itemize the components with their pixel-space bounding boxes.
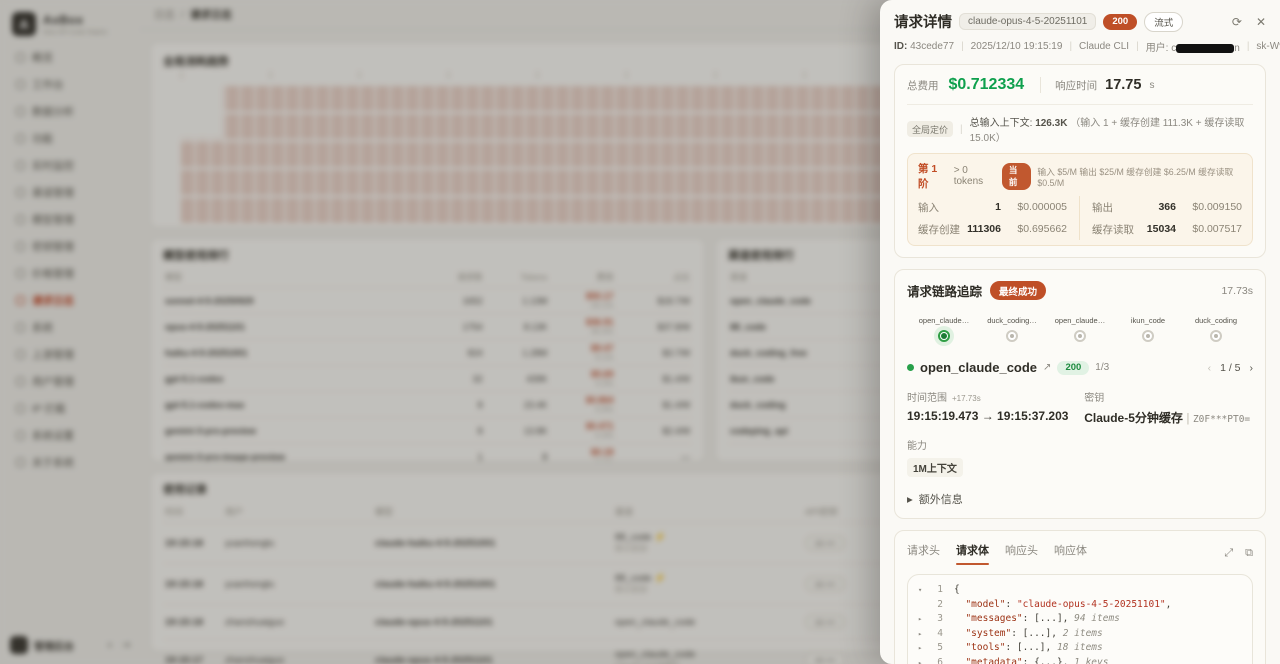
- request-id: 43cede77: [910, 41, 954, 52]
- code-line: ▾ 1 {: [918, 583, 1242, 598]
- node-name: open_claude_code: [920, 360, 1037, 375]
- next-node-button[interactable]: ›: [1250, 362, 1254, 374]
- payload-tab[interactable]: 请求头: [907, 542, 940, 564]
- code-line: ▸ 3 "messages": [...], 94 items: [918, 612, 1242, 627]
- success-dot-icon: [907, 364, 914, 371]
- trace-node-dot: [1006, 330, 1018, 342]
- trace-card: 请求链路追踪 最终成功 17.73s open_claude… duck_cod…: [894, 269, 1266, 519]
- payload-tab[interactable]: 响应体: [1054, 542, 1087, 564]
- trace-node[interactable]: ikun_code: [1126, 316, 1170, 342]
- json-viewer[interactable]: ▾ 1 { 2 "model": "claude-opus-4-5-202511…: [907, 574, 1253, 664]
- line-number: 4: [929, 627, 943, 642]
- latency-value: 17.75: [1105, 77, 1141, 93]
- payload-tab[interactable]: 响应头: [1005, 542, 1038, 564]
- key-label: 密钥: [1084, 393, 1104, 404]
- code-line: ▸ 6 "metadata": {...}, 1 keys: [918, 656, 1242, 664]
- copy-icon[interactable]: ⧉: [1245, 547, 1253, 560]
- code-content: "model": "claude-opus-4-5-20251101",: [954, 598, 1171, 613]
- fit-screen-icon[interactable]: ⤢: [1224, 547, 1233, 560]
- trace-timeline: open_claude… duck_coding… open_claude…: [907, 316, 1253, 342]
- capability-label: 能力: [907, 441, 927, 452]
- line-number: 2: [929, 598, 943, 613]
- trace-node-dot: [1074, 330, 1086, 342]
- key-value-masked: Z0F***PT0=: [1193, 414, 1250, 425]
- trace-node-dot: [1210, 330, 1222, 342]
- code-line: ▸ 5 "tools": [...], 18 items: [918, 641, 1242, 656]
- play-icon: ▶: [907, 495, 913, 504]
- current-tier-badge: 当前: [1002, 163, 1031, 190]
- context-summary: 全局定价 | 总输入上下文: 126.3K （输入 1 + 缓存创建 111.3…: [907, 114, 1253, 144]
- code-content: "messages": [...], 94 items: [954, 612, 1120, 627]
- node-pager: 1 / 5: [1220, 362, 1240, 374]
- drawer-title: 请求详情: [894, 11, 952, 32]
- latency-label: 响应时间: [1055, 78, 1097, 93]
- capability-tag: 1M上下文: [907, 458, 963, 477]
- request-time: 2025/12/10 19:15:19: [971, 41, 1063, 52]
- node-status-badge: 200: [1057, 361, 1089, 375]
- context-total: 126.3K: [1035, 118, 1067, 129]
- tier-cell: 输入 1 $0.000005: [918, 196, 1080, 218]
- time-delta: +17.73s: [952, 394, 981, 403]
- code-content: "tools": [...], 18 items: [954, 641, 1103, 656]
- key-name: Claude-5分钟缓存: [1084, 411, 1183, 425]
- request-detail-drawer: 请求详情 claude-opus-4-5-20251101 200 流式 ⟳ ✕…: [880, 0, 1280, 664]
- fold-icon[interactable]: ▸: [918, 612, 929, 627]
- trace-node[interactable]: duck_coding…: [990, 316, 1034, 342]
- line-number: 1: [929, 583, 943, 598]
- line-number: 5: [929, 641, 943, 656]
- payload-tabs: 请求头 请求体 响应头 响应体 ⤢ ⧉: [907, 542, 1253, 564]
- tier-cell: 缓存创建 111306 $0.695662: [918, 218, 1080, 240]
- line-number: 3: [929, 612, 943, 627]
- time-range-value: 19:15:19.473 → 19:15:37.203: [907, 409, 1084, 423]
- code-content: {: [954, 583, 960, 598]
- tier-rates: 输入 $5/M 输出 $25/M 缓存创建 $6.25/M 缓存读取 $0.5/…: [1037, 165, 1242, 188]
- api-key-masked: sk-WvzlSy4...uwgB: [1256, 41, 1280, 52]
- code-line: 2 "model": "claude-opus-4-5-20251101",: [918, 598, 1242, 613]
- node-attempt: 1/3: [1095, 362, 1109, 373]
- line-number: 6: [929, 656, 943, 664]
- time-range-label: 时间范围: [907, 393, 947, 404]
- tier-cell: 缓存读取 15034 $0.007517: [1080, 218, 1242, 240]
- model-tag: claude-opus-4-5-20251101: [959, 13, 1096, 30]
- request-meta: ID: 43cede77 | 2025/12/10 19:15:19 | Cla…: [894, 39, 1266, 54]
- client-name: Claude CLI: [1079, 41, 1129, 52]
- tier-range: > 0 tokens: [954, 165, 996, 187]
- payload-card: 请求头 请求体 响应头 响应体 ⤢ ⧉: [894, 530, 1266, 664]
- total-cost-value: $0.712334: [949, 76, 1025, 94]
- code-content: "metadata": {...}, 1 keys: [954, 656, 1108, 664]
- code-line: ▸ 4 "system": [...], 2 items: [918, 627, 1242, 642]
- tier-name: 第 1 阶: [918, 161, 948, 191]
- user-field: 用户: cn: [1146, 39, 1240, 54]
- status-badge: 200: [1103, 14, 1137, 30]
- trace-duration: 17.73s: [1221, 285, 1253, 297]
- fold-icon[interactable]: ▸: [918, 627, 929, 642]
- trace-node[interactable]: open_claude…: [1058, 316, 1102, 342]
- total-cost-label: 总费用: [907, 78, 939, 93]
- fold-icon[interactable]: ▸: [918, 656, 929, 664]
- extra-info-toggle[interactable]: ▶ 额外信息: [907, 491, 1253, 507]
- tier-cell: 输出 366 $0.009150: [1080, 196, 1242, 218]
- close-icon[interactable]: ✕: [1256, 15, 1266, 29]
- prev-node-button[interactable]: ‹: [1208, 362, 1212, 374]
- refresh-icon[interactable]: ⟳: [1232, 15, 1242, 29]
- stream-badge: 流式: [1144, 12, 1183, 32]
- pricing-scope-tag: 全局定价: [907, 121, 953, 137]
- trace-node-dot: [938, 330, 950, 342]
- redaction-blob: [1176, 44, 1234, 53]
- cost-card: 总费用 $0.712334 响应时间 17.75 s 全局定价 | 总输入上下文…: [894, 64, 1266, 258]
- page: A AxBox New API Code Station 概览 工作台: [0, 0, 1280, 664]
- pricing-tier-card: 第 1 阶 > 0 tokens 当前 输入 $5/M 输出 $25/M 缓存创…: [907, 153, 1253, 246]
- trace-node-dot: [1142, 330, 1154, 342]
- code-content: "system": [...], 2 items: [954, 627, 1103, 642]
- trace-status-badge: 最终成功: [990, 281, 1046, 300]
- fold-icon[interactable]: ▸: [918, 641, 929, 656]
- fold-icon[interactable]: [918, 598, 929, 613]
- external-link-icon[interactable]: ↗: [1043, 362, 1051, 373]
- trace-node[interactable]: open_claude…: [922, 316, 966, 342]
- fold-icon[interactable]: ▾: [918, 583, 929, 598]
- trace-title: 请求链路追踪: [907, 281, 982, 300]
- trace-node[interactable]: duck_coding: [1194, 316, 1238, 342]
- payload-tab[interactable]: 请求体: [956, 542, 989, 564]
